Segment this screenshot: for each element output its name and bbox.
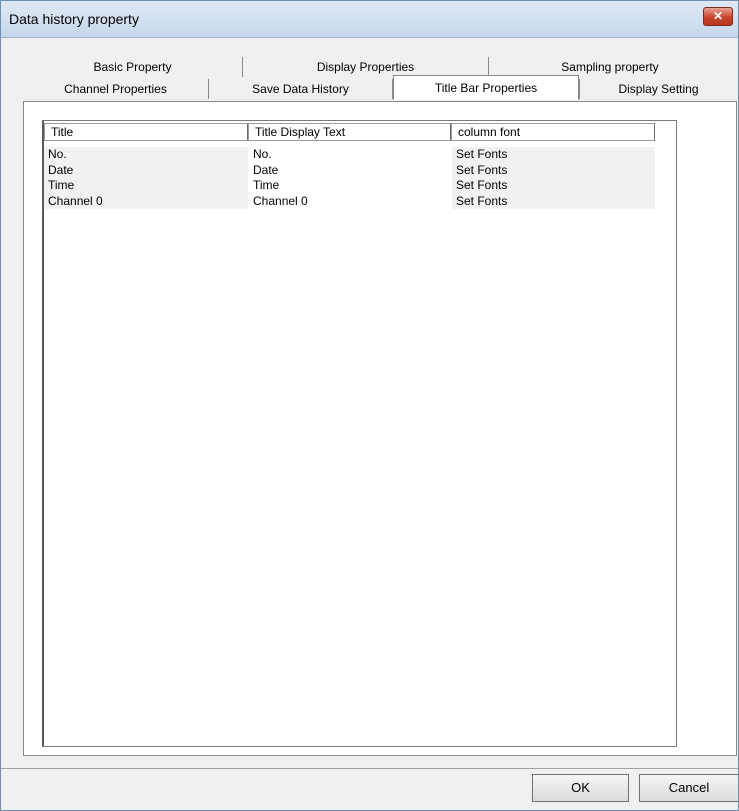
title-bar: Data history property ✕ xyxy=(1,1,738,38)
tab-panel: Title Title Display Text column font No.… xyxy=(23,101,737,756)
cell-title: No. xyxy=(48,147,67,161)
cell-display-text[interactable]: Channel 0 xyxy=(253,193,452,209)
tab-row-1: Basic Property Display Properties Sampli… xyxy=(23,57,731,77)
ok-button[interactable]: OK xyxy=(532,774,629,802)
cell-display-text[interactable]: No. xyxy=(253,147,452,163)
title-bar-list[interactable]: Title Title Display Text column font No.… xyxy=(42,120,677,747)
table-row[interactable]: No. No. Set Fonts xyxy=(44,147,655,163)
close-button[interactable]: ✕ xyxy=(703,7,733,26)
cell-column-font[interactable]: Set Fonts xyxy=(456,147,652,163)
cell-column-font[interactable]: Set Fonts xyxy=(456,178,652,194)
tab-channel-properties[interactable]: Channel Properties xyxy=(23,79,209,99)
tab-title-bar-properties[interactable]: Title Bar Properties xyxy=(393,75,579,100)
cell-title: Channel 0 xyxy=(48,193,103,208)
tab-row-2: Channel Properties Save Data History Tit… xyxy=(23,75,731,100)
footer-divider xyxy=(1,768,738,769)
cell-display-text[interactable]: Time xyxy=(253,178,452,194)
cell-column-font[interactable]: Set Fonts xyxy=(456,163,652,179)
tab-display-properties[interactable]: Display Properties xyxy=(243,57,489,77)
column-header-column-font[interactable]: column font xyxy=(451,123,655,141)
cancel-button[interactable]: Cancel xyxy=(639,774,738,802)
tab-basic-property[interactable]: Basic Property xyxy=(23,57,243,77)
list-header: Title Title Display Text column font xyxy=(44,121,676,141)
dialog-window: Data history property ✕ Basic Property D… xyxy=(0,0,739,811)
cell-display-text[interactable]: Date xyxy=(253,162,452,178)
column-header-title-display-text[interactable]: Title Display Text xyxy=(248,123,451,141)
cell-column-font[interactable]: Set Fonts xyxy=(456,194,652,210)
tab-save-data-history[interactable]: Save Data History xyxy=(209,79,393,99)
list-rows: No. No. Set Fonts Date Date Set Fonts Ti… xyxy=(44,147,655,209)
close-icon: ✕ xyxy=(712,9,724,23)
cell-title: Time xyxy=(48,178,75,192)
column-header-title[interactable]: Title xyxy=(44,123,248,141)
table-row[interactable]: Date Date Set Fonts xyxy=(44,162,655,179)
table-row[interactable]: Time Time Set Fonts xyxy=(44,178,655,194)
cell-title: Date xyxy=(48,162,74,177)
tab-sampling-property[interactable]: Sampling property xyxy=(489,57,731,77)
table-row[interactable]: Channel 0 Channel 0 Set Fonts xyxy=(44,193,655,210)
window-title: Data history property xyxy=(9,11,139,27)
tab-display-setting[interactable]: Display Setting xyxy=(579,79,737,99)
